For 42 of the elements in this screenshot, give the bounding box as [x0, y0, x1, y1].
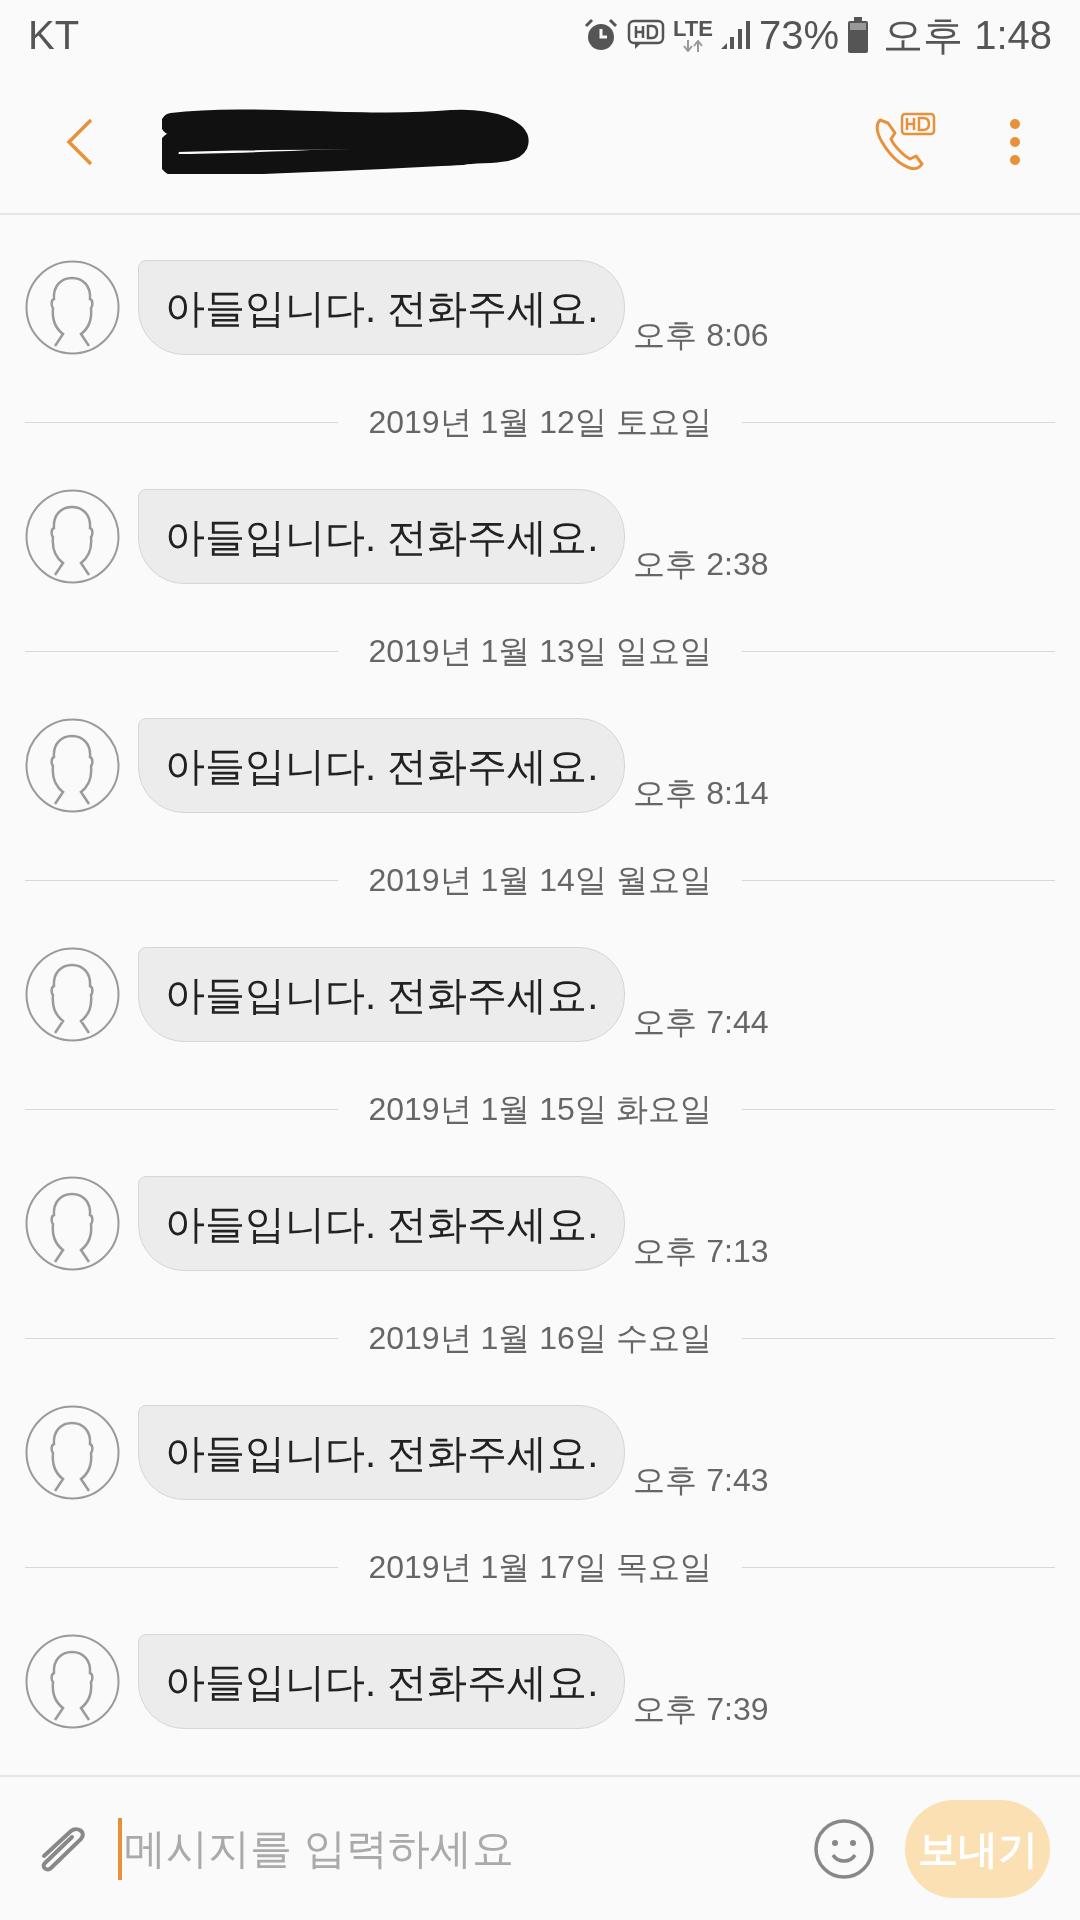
message-bubble: 아들입니다. 전화주세요. [138, 718, 626, 813]
message-time: 오후 7:44 [633, 1003, 769, 1042]
message-time: 오후 7:39 [633, 1690, 769, 1729]
message-time: 오후 7:13 [633, 1232, 769, 1271]
message-time: 오후 2:38 [633, 545, 769, 584]
message-bubble: 아들입니다. 전화주세요. [138, 947, 626, 1042]
text-cursor [118, 1817, 122, 1880]
message-bubble: 아들입니다. 전화주세요. [138, 489, 626, 584]
message-time: 오후 7:43 [633, 1461, 769, 1500]
carrier-name: KT [28, 12, 80, 59]
avatar-icon [25, 1634, 120, 1729]
message-bubble: 아들입니다. 전화주세요. [138, 1176, 626, 1271]
network-type: LTE [673, 18, 713, 40]
emoji-button[interactable] [813, 1817, 875, 1880]
more-icon [1009, 117, 1021, 166]
clock: 오후 1:48 [883, 12, 1052, 59]
date-separator: 2019년 1월 13일 일요일 [367, 632, 713, 671]
avatar-icon [25, 489, 120, 584]
message-input[interactable]: 메시지를 입력하세요 [122, 1817, 803, 1880]
date-separator: 2019년 1월 12일 토요일 [367, 403, 713, 442]
message-time: 오후 8:14 [633, 774, 769, 813]
battery-icon [847, 17, 870, 53]
smiley-icon [813, 1817, 875, 1880]
alarm-icon [583, 17, 620, 53]
avatar-icon [25, 947, 120, 1042]
hd-voice-icon [627, 19, 666, 51]
avatar-icon [25, 1405, 120, 1500]
date-separator: 2019년 1월 14일 월요일 [367, 861, 713, 900]
message-bubble: 아들입니다. 전화주세요. [138, 1634, 626, 1729]
avatar-icon [25, 1176, 120, 1271]
date-separator: 2019년 1월 16일 수요일 [367, 1319, 713, 1358]
avatar-icon [25, 718, 120, 813]
avatar-icon [25, 260, 120, 355]
data-arrows-icon [682, 40, 704, 52]
date-separator: 2019년 1월 15일 화요일 [367, 1090, 713, 1129]
message-time: 오후 8:06 [633, 316, 769, 355]
send-button[interactable]: 보내기 [905, 1799, 1050, 1898]
message-bubble: 아들입니다. 전화주세요. [138, 260, 626, 355]
message-bubble: 아들입니다. 전화주세요. [138, 1405, 626, 1500]
back-icon [66, 117, 94, 166]
battery-percent: 73% [758, 12, 840, 59]
date-separator: 2019년 1월 17일 목요일 [367, 1548, 713, 1587]
